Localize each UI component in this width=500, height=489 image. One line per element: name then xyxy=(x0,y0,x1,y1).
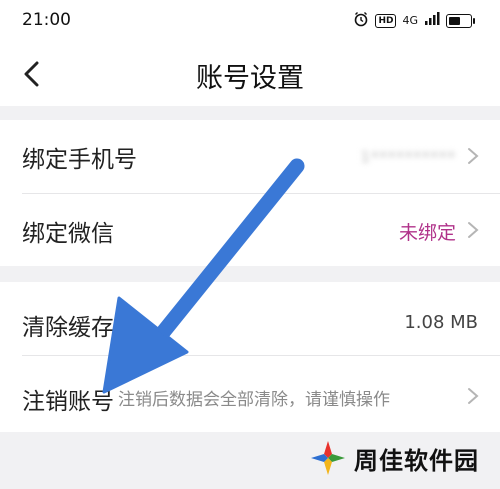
battery-fill xyxy=(449,16,460,25)
signal-icon xyxy=(424,12,440,29)
clear-cache-label: 清除缓存 xyxy=(22,315,114,341)
cancel-account-row[interactable]: 注销账号 注销后数据会全部清除，请谨慎操作 xyxy=(0,358,500,432)
bind-phone-value: 1********** xyxy=(360,148,456,166)
bind-phone-row[interactable]: 绑定手机号 1********** xyxy=(0,120,500,194)
page-title: 账号设置 xyxy=(196,63,304,94)
status-time: 21:00 xyxy=(22,10,71,30)
status-bar: 21:00 HD 4G xyxy=(0,0,500,42)
watermark-logo-icon xyxy=(311,441,345,475)
status-icons: HD 4G xyxy=(353,11,475,30)
bind-wechat-row[interactable]: 绑定微信 未绑定 xyxy=(0,194,500,268)
clear-cache-row[interactable]: 清除缓存 1.08 MB xyxy=(0,282,500,356)
watermark: 周佳软件园 xyxy=(308,438,479,478)
battery-icon xyxy=(446,13,475,28)
bind-wechat-status: 未绑定 xyxy=(398,222,456,244)
chevron-right-icon xyxy=(468,148,479,164)
bind-phone-label: 绑定手机号 xyxy=(22,147,137,173)
cancel-account-hint: 注销后数据会全部清除，请谨慎操作 xyxy=(118,390,390,410)
account-group: 清除缓存 1.08 MB 注销账号 注销后数据会全部清除，请谨慎操作 xyxy=(0,282,500,432)
bind-wechat-label: 绑定微信 xyxy=(22,221,114,247)
row-divider xyxy=(22,355,500,356)
chevron-right-icon xyxy=(468,222,479,238)
cache-size-value: 1.08 MB xyxy=(404,312,478,333)
alarm-icon xyxy=(353,11,369,30)
chevron-right-icon xyxy=(468,388,479,404)
network-label: 4G xyxy=(402,14,418,27)
nav-bar: 账号设置 xyxy=(0,42,500,106)
hd-icon: HD xyxy=(375,13,397,28)
binding-group: 绑定手机号 1********** 绑定微信 未绑定 xyxy=(0,120,500,266)
cancel-account-label: 注销账号 xyxy=(22,389,114,415)
watermark-text: 周佳软件园 xyxy=(354,446,479,475)
